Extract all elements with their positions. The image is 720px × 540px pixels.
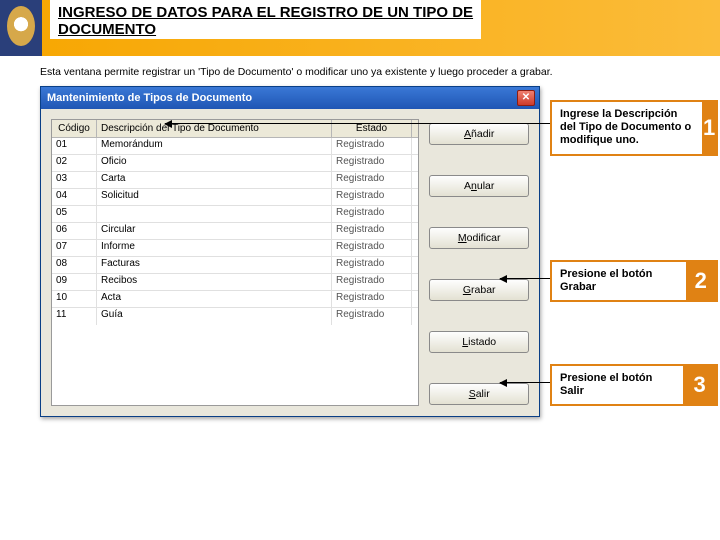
dialog-window: Mantenimiento de Tipos de Documento ✕ Có… <box>40 86 540 417</box>
callout-1-text: Ingrese la Descripción del Tipo de Docum… <box>552 102 702 154</box>
cell-desc: Informe <box>97 240 332 256</box>
adicionar-button[interactable]: Añadir <box>429 123 529 145</box>
cell-estado: Registrado <box>332 240 412 256</box>
anular-button[interactable]: Anular <box>429 175 529 197</box>
data-grid[interactable]: Código Descripción del Tipo de Documento… <box>51 119 419 406</box>
cell-desc: Oficio <box>97 155 332 171</box>
stage: Mantenimiento de Tipos de Documento ✕ Có… <box>40 86 680 432</box>
table-row[interactable]: 01MemorándumRegistrado <box>52 138 418 155</box>
cell-codigo: 05 <box>52 206 97 222</box>
callout-3-num: 3 <box>683 366 716 404</box>
cell-desc: Facturas <box>97 257 332 273</box>
listado-button[interactable]: Listado <box>429 331 529 353</box>
cell-estado: Registrado <box>332 257 412 273</box>
table-row[interactable]: 07InformeRegistrado <box>52 240 418 257</box>
header-bar: INGRESO DE DATOS PARA EL REGISTRO DE UN … <box>0 0 720 56</box>
table-row[interactable]: 02OficioRegistrado <box>52 155 418 172</box>
cell-estado: Registrado <box>332 206 412 222</box>
cell-codigo: 11 <box>52 308 97 325</box>
cell-desc: Guía <box>97 308 332 325</box>
button-column: Añadir Anular Modificar Grabar Listado S… <box>429 119 529 406</box>
callout-1: Ingrese la Descripción del Tipo de Docum… <box>550 100 718 156</box>
arrow-to-grabar <box>500 278 550 279</box>
cell-estado: Registrado <box>332 138 412 154</box>
arrow-to-desc <box>165 123 550 124</box>
cell-desc: Acta <box>97 291 332 307</box>
cell-estado: Registrado <box>332 274 412 290</box>
table-row[interactable]: 11GuíaRegistrado <box>52 308 418 325</box>
close-icon: ✕ <box>522 93 530 103</box>
cell-codigo: 07 <box>52 240 97 256</box>
title-box: INGRESO DE DATOS PARA EL REGISTRO DE UN … <box>50 0 481 39</box>
grabar-button[interactable]: Grabar <box>429 279 529 301</box>
dialog-body: Código Descripción del Tipo de Documento… <box>41 109 539 416</box>
table-row[interactable]: 05 Registrado <box>52 206 418 223</box>
dialog-title: Mantenimiento de Tipos de Documento <box>47 92 252 104</box>
table-row[interactable]: 03CartaRegistrado <box>52 172 418 189</box>
cell-estado: Registrado <box>332 223 412 239</box>
cell-codigo: 10 <box>52 291 97 307</box>
logo <box>0 0 42 56</box>
cell-desc: Carta <box>97 172 332 188</box>
cell-codigo: 02 <box>52 155 97 171</box>
table-row[interactable]: 04SolicitudRegistrado <box>52 189 418 206</box>
arrow-to-salir <box>500 382 550 383</box>
cell-codigo: 09 <box>52 274 97 290</box>
cell-codigo: 06 <box>52 223 97 239</box>
callout-2-num: 2 <box>686 262 716 300</box>
cell-estado: Registrado <box>332 155 412 171</box>
page-title-line1: INGRESO DE DATOS PARA EL REGISTRO DE UN … <box>58 4 473 21</box>
cell-estado: Registrado <box>332 291 412 307</box>
cell-codigo: 03 <box>52 172 97 188</box>
close-button[interactable]: ✕ <box>517 90 535 106</box>
modificar-button[interactable]: Modificar <box>429 227 529 249</box>
callout-1-num: 1 <box>702 102 716 154</box>
cell-desc <box>97 206 332 222</box>
table-row[interactable]: 06CircularRegistrado <box>52 223 418 240</box>
col-header-codigo[interactable]: Código <box>52 120 97 137</box>
cell-estado: Registrado <box>332 189 412 205</box>
cell-desc: Circular <box>97 223 332 239</box>
page-title-line2: DOCUMENTO <box>58 21 473 38</box>
table-row[interactable]: 09RecibosRegistrado <box>52 274 418 291</box>
callout-2: Presione el botón Grabar 2 <box>550 260 718 302</box>
table-row[interactable]: 10ActaRegistrado <box>52 291 418 308</box>
grid-empty-space <box>52 325 418 405</box>
callout-3: Presione el botón Salir 3 <box>550 364 718 406</box>
intro-text: Esta ventana permite registrar un 'Tipo … <box>0 56 720 86</box>
cell-codigo: 04 <box>52 189 97 205</box>
cell-desc: Solicitud <box>97 189 332 205</box>
cell-codigo: 08 <box>52 257 97 273</box>
table-row[interactable]: 08FacturasRegistrado <box>52 257 418 274</box>
salir-button[interactable]: Salir <box>429 383 529 405</box>
cell-estado: Registrado <box>332 308 412 325</box>
callout-2-text: Presione el botón Grabar <box>552 262 686 300</box>
callout-3-text: Presione el botón Salir <box>552 366 683 404</box>
cell-desc: Recibos <box>97 274 332 290</box>
cell-desc: Memorándum <box>97 138 332 154</box>
dialog-titlebar[interactable]: Mantenimiento de Tipos de Documento ✕ <box>41 87 539 109</box>
cell-codigo: 01 <box>52 138 97 154</box>
cell-estado: Registrado <box>332 172 412 188</box>
